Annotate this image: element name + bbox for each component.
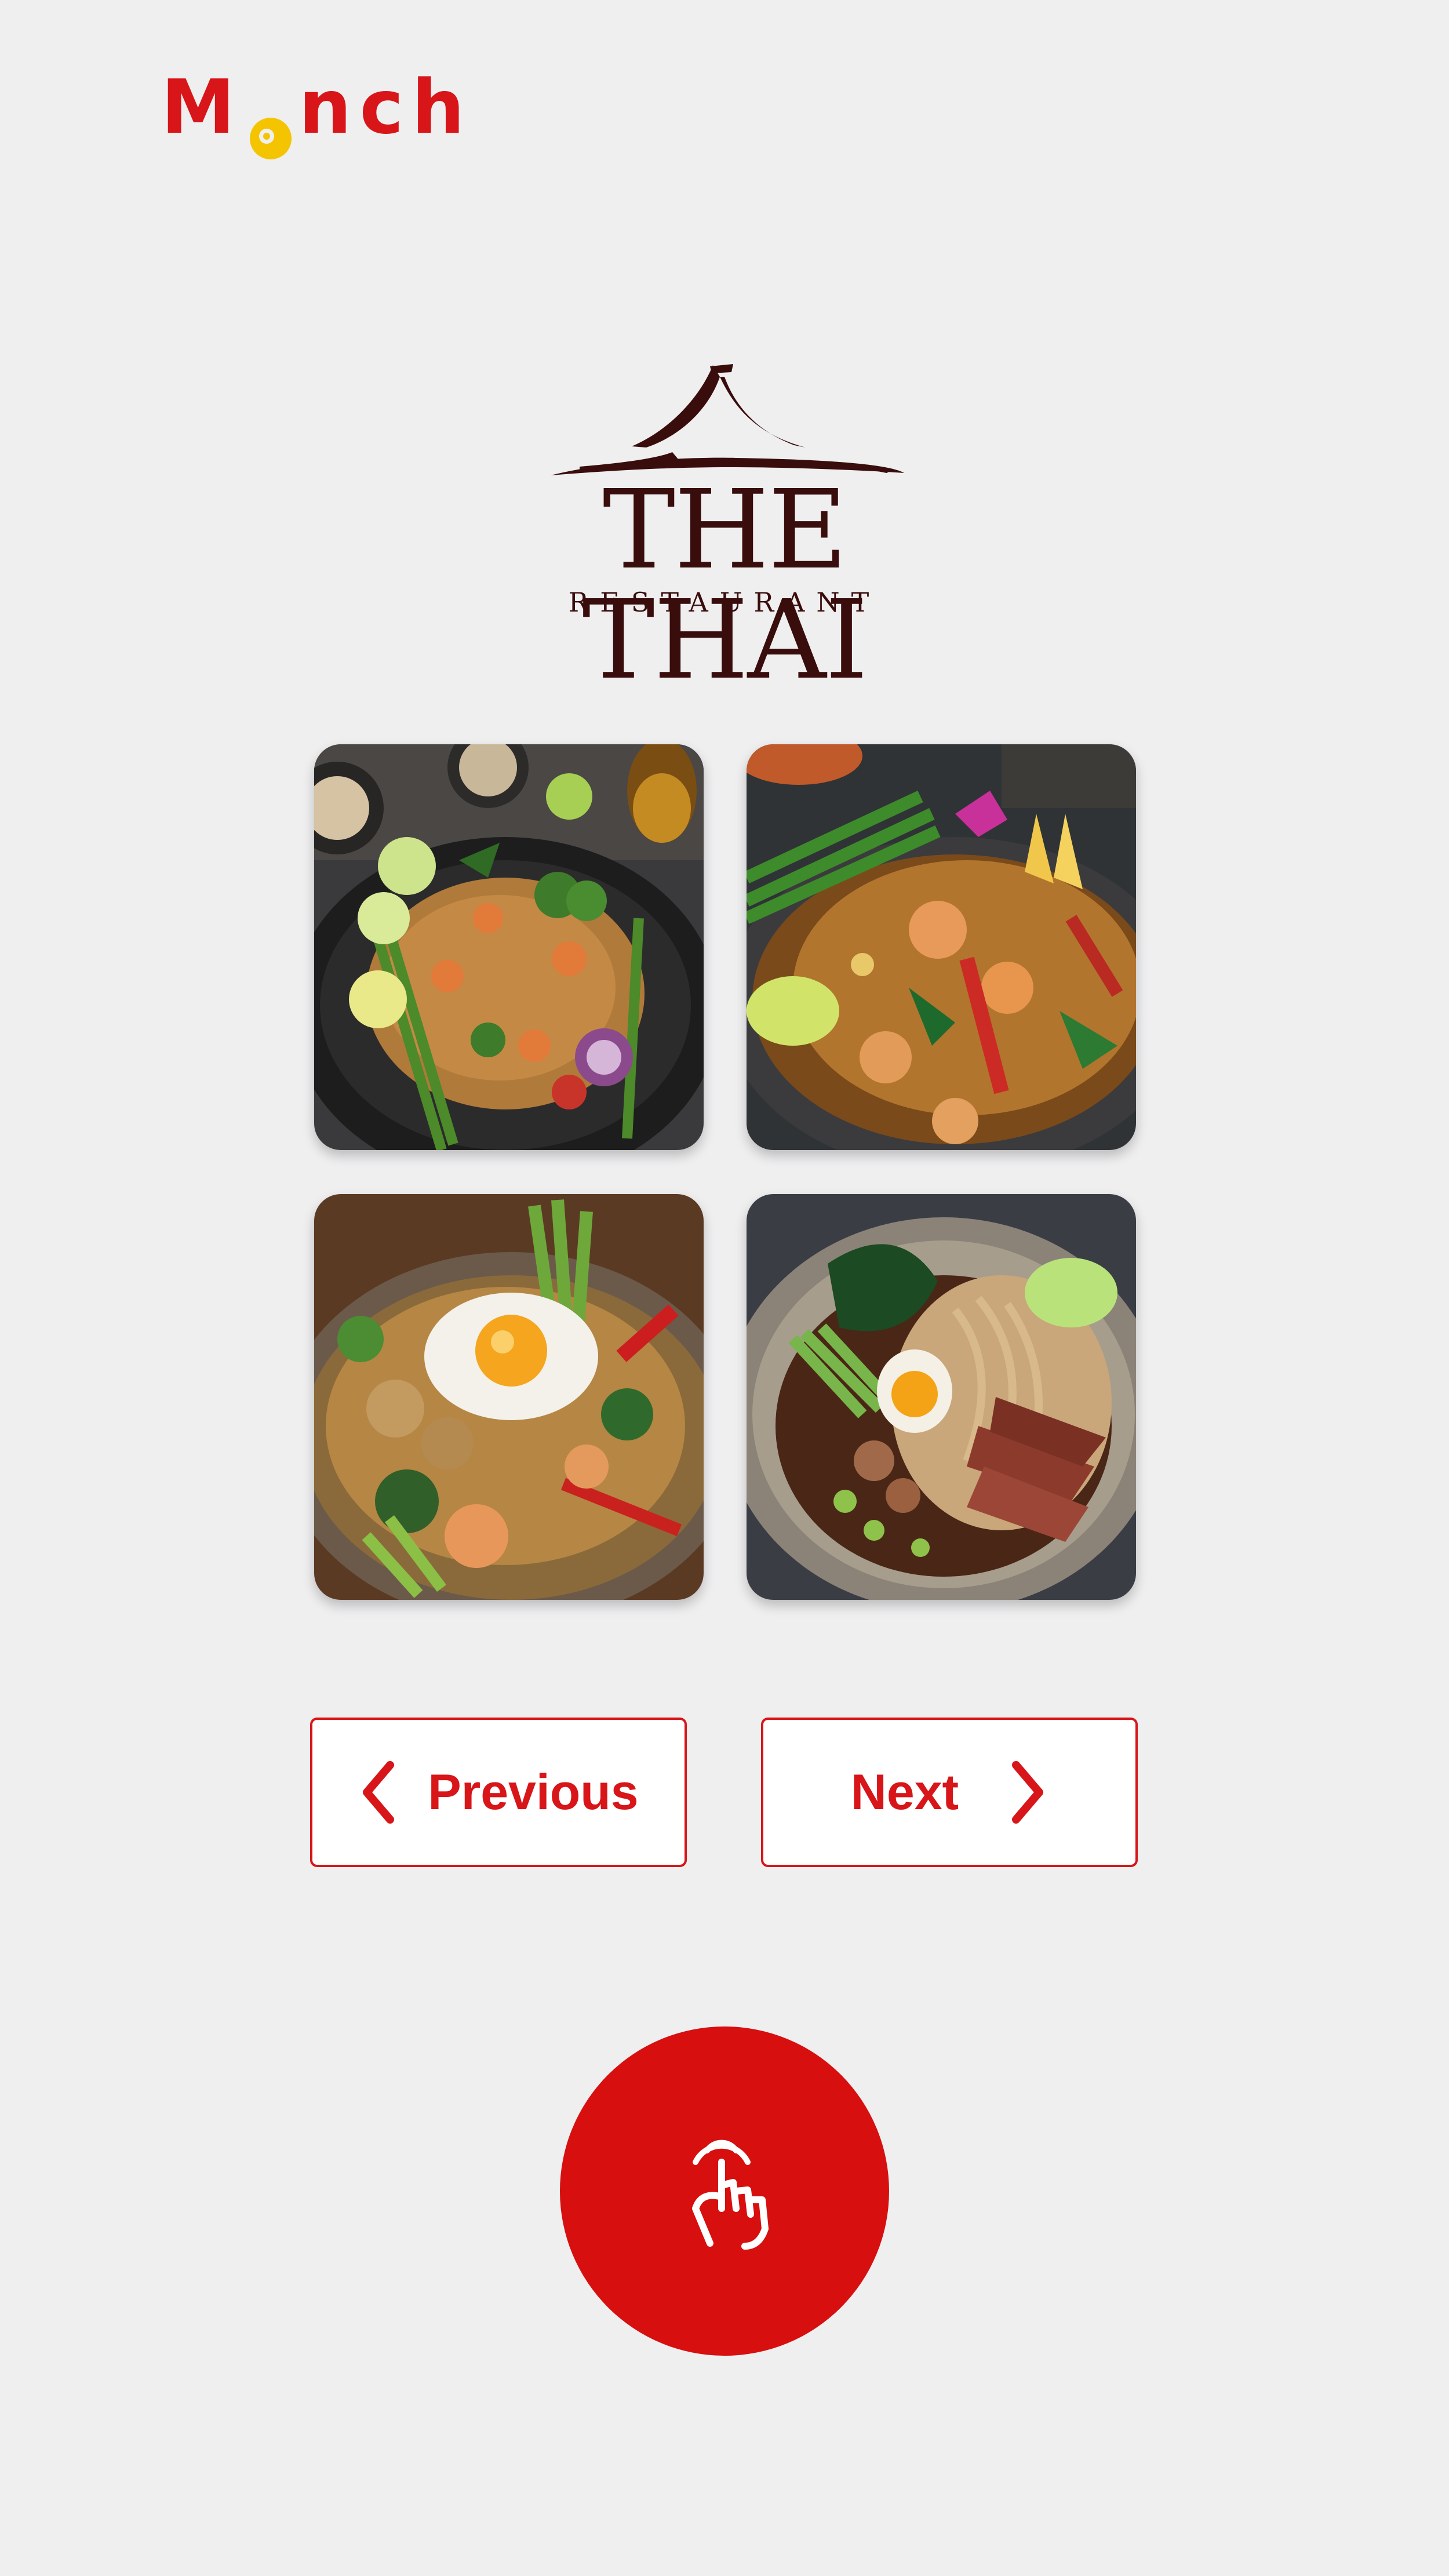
pad-thai-shrimp-dish-image xyxy=(314,744,704,1150)
food-tile-fried-egg[interactable] xyxy=(314,1194,704,1600)
stir-fried-noodles-shrimp-image xyxy=(747,744,1136,1150)
brand-prefix: M xyxy=(161,64,243,151)
app-logo: M nch xyxy=(161,64,473,159)
next-button[interactable]: Next xyxy=(761,1718,1138,1867)
restaurant-name: THE THAI xyxy=(582,467,868,704)
brand-o-face-icon xyxy=(247,93,294,159)
restaurant-logo: THE THAI RESTAURANT xyxy=(481,359,968,696)
fried-egg-noodle-dish-image xyxy=(314,1194,704,1600)
noodle-soup-bowl-image xyxy=(747,1194,1136,1600)
food-tile-pad-thai[interactable] xyxy=(314,744,704,1150)
food-tile-noodle-soup[interactable] xyxy=(747,1194,1136,1600)
tap-hand-icon xyxy=(692,2140,769,2250)
brand-suffix: nch xyxy=(298,64,473,151)
food-tile-stir-fry[interactable] xyxy=(747,744,1136,1150)
food-gallery xyxy=(314,744,1136,1600)
next-label: Next xyxy=(850,1764,959,1820)
chevron-left-icon xyxy=(363,1761,395,1824)
previous-label: Previous xyxy=(428,1764,639,1820)
previous-button[interactable]: Previous xyxy=(310,1718,687,1867)
chevron-right-icon xyxy=(1012,1761,1044,1824)
tap-action-button[interactable] xyxy=(560,2026,889,2356)
restaurant-subtitle: RESTAURANT xyxy=(568,587,881,618)
